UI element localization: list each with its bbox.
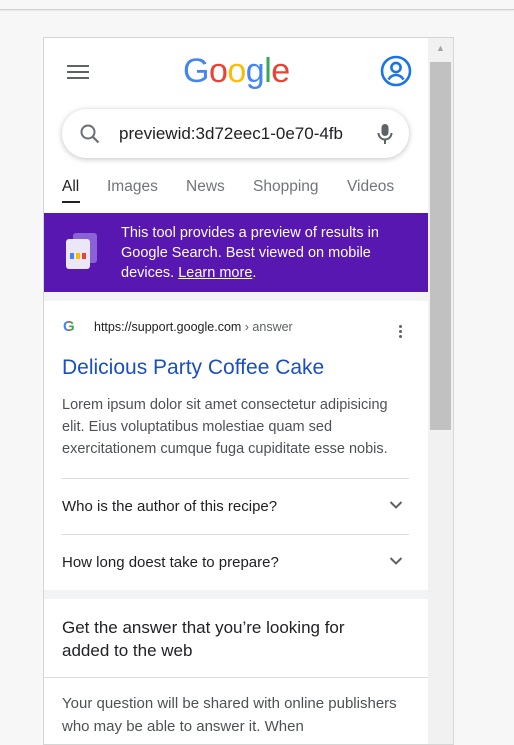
- section-separator: [44, 590, 428, 599]
- google-favicon-icon: G: [63, 318, 75, 335]
- scrollbar[interactable]: ▲: [428, 38, 453, 744]
- faq-question: Who is the author of this recipe?: [62, 498, 278, 515]
- scroll-up-arrow-icon[interactable]: ▲: [428, 38, 453, 58]
- result-url[interactable]: https://support.google.com › answer: [94, 320, 293, 334]
- tab-news[interactable]: News: [186, 178, 225, 196]
- section-separator: [44, 292, 428, 301]
- answer-card-body: Your question will be shared with online…: [62, 695, 397, 735]
- preview-tool-banner: This tool provides a preview of results …: [44, 213, 428, 292]
- chevron-down-icon[interactable]: [389, 556, 403, 566]
- banner-text: This tool provides a preview of results …: [121, 225, 379, 281]
- faq-question: How long doest take to prepare?: [62, 554, 279, 571]
- menu-icon[interactable]: [67, 65, 89, 79]
- result-title-link[interactable]: Delicious Party Coffee Cake: [62, 356, 324, 380]
- google-logo[interactable]: Google: [183, 52, 290, 91]
- faq-item[interactable]: Who is the author of this recipe?: [62, 478, 409, 534]
- active-tab-indicator: [62, 201, 80, 203]
- learn-more-link[interactable]: Learn more: [178, 265, 252, 281]
- mobile-preview-frame: Google All Images News Sho: [43, 37, 454, 745]
- preview-tool-icon: [66, 233, 97, 269]
- search-icon[interactable]: [79, 123, 101, 145]
- google-header: Google: [44, 38, 428, 102]
- tab-images[interactable]: Images: [107, 178, 158, 196]
- search-tabs: All Images News Shopping Videos: [44, 178, 428, 206]
- search-input[interactable]: [119, 122, 355, 146]
- mic-icon[interactable]: [374, 122, 396, 146]
- answer-card: Get the answer that you’re looking for a…: [44, 599, 428, 744]
- faq-item[interactable]: How long doest take to prepare?: [62, 534, 409, 590]
- preview-content: Google All Images News Sho: [44, 38, 428, 744]
- scrollbar-thumb[interactable]: [430, 62, 451, 430]
- account-icon[interactable]: [380, 55, 412, 87]
- result-snippet: Lorem ipsum dolor sit amet consectetur a…: [62, 397, 388, 457]
- tab-all[interactable]: All: [62, 178, 79, 196]
- answer-card-title: Get the answer that you’re looking for a…: [62, 618, 345, 660]
- more-vert-icon[interactable]: [398, 325, 404, 341]
- answer-card-divider: [44, 677, 428, 678]
- search-box[interactable]: [62, 109, 409, 158]
- tab-videos[interactable]: Videos: [347, 178, 394, 196]
- chevron-down-icon[interactable]: [389, 500, 403, 510]
- tab-shopping[interactable]: Shopping: [253, 178, 319, 196]
- browser-divider: [0, 9, 514, 10]
